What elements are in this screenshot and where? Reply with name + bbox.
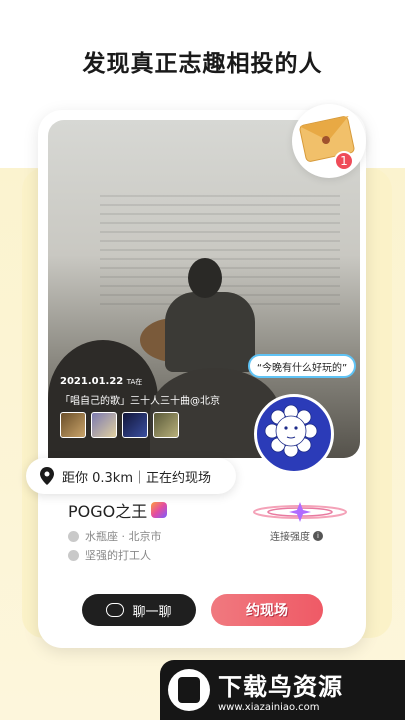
speech-bubble: “今晚有什么好玩的” <box>248 354 356 378</box>
photo-wall-writing <box>100 195 340 305</box>
meet-button[interactable]: 约现场 <box>211 594 323 626</box>
camera-icon[interactable] <box>151 502 168 518</box>
watermark-url: www.xiazainiao.com <box>218 702 320 713</box>
meet-button-label: 约现场 <box>246 603 288 619</box>
zodiac-city-text: 水瓶座 · 北京市 <box>85 530 162 543</box>
occupation-text: 坚强的打工人 <box>85 549 151 562</box>
photo-singer-body <box>165 292 255 372</box>
photo-thumbnails <box>60 412 179 438</box>
watermark: 下载鸟资源 www.xiazainiao.com <box>160 660 405 720</box>
photo-thumbnail[interactable] <box>153 412 179 438</box>
chat-button[interactable]: 聊一聊 <box>82 594 196 626</box>
location-pin-icon <box>40 467 54 485</box>
profile-name-row: POGO之王 <box>68 498 168 522</box>
watermark-text: 下载鸟资源 www.xiazainiao.com <box>218 667 343 713</box>
connection-strength-graphic <box>253 502 347 522</box>
page-headline: 发现真正志趣相投的人 <box>82 51 323 77</box>
zodiac-icon <box>68 530 79 542</box>
photo-caption: 「唱自己的歌」三十人三十曲@北京 <box>60 396 220 407</box>
chat-button-label: 聊一聊 <box>132 604 172 620</box>
photo-date-suffix: TA在 <box>126 378 143 386</box>
photo-thumbnail[interactable] <box>122 412 148 438</box>
photo-thumbnail[interactable] <box>60 412 86 438</box>
notification-badge: 1 <box>334 151 354 171</box>
user-icon <box>68 549 79 561</box>
photo-thumbnail[interactable] <box>91 412 117 438</box>
photo-date: 2021.01.22 TA在 <box>60 376 142 387</box>
photo-singer-head <box>188 258 222 298</box>
watermark-title: 下载鸟资源 <box>218 673 343 701</box>
connection-strength-label: 连接强度 <box>270 532 310 543</box>
photo-date-value: 2021.01.22 <box>60 376 124 387</box>
info-icon[interactable]: i <box>313 530 323 541</box>
location-pill[interactable]: 距你 0.3km｜正在约现场 <box>26 458 236 494</box>
profile-occupation: 坚强的打工人 <box>68 547 151 563</box>
chat-icon <box>106 603 125 617</box>
connection-strength[interactable]: 连接强度 i <box>270 528 323 543</box>
profile-zodiac-city: 水瓶座 · 北京市 <box>68 528 162 544</box>
watermark-logo-icon <box>168 669 210 711</box>
location-text: 距你 0.3km｜正在约现场 <box>62 470 211 486</box>
flower-face-icon <box>264 404 318 458</box>
profile-name: POGO之王 <box>68 502 148 521</box>
